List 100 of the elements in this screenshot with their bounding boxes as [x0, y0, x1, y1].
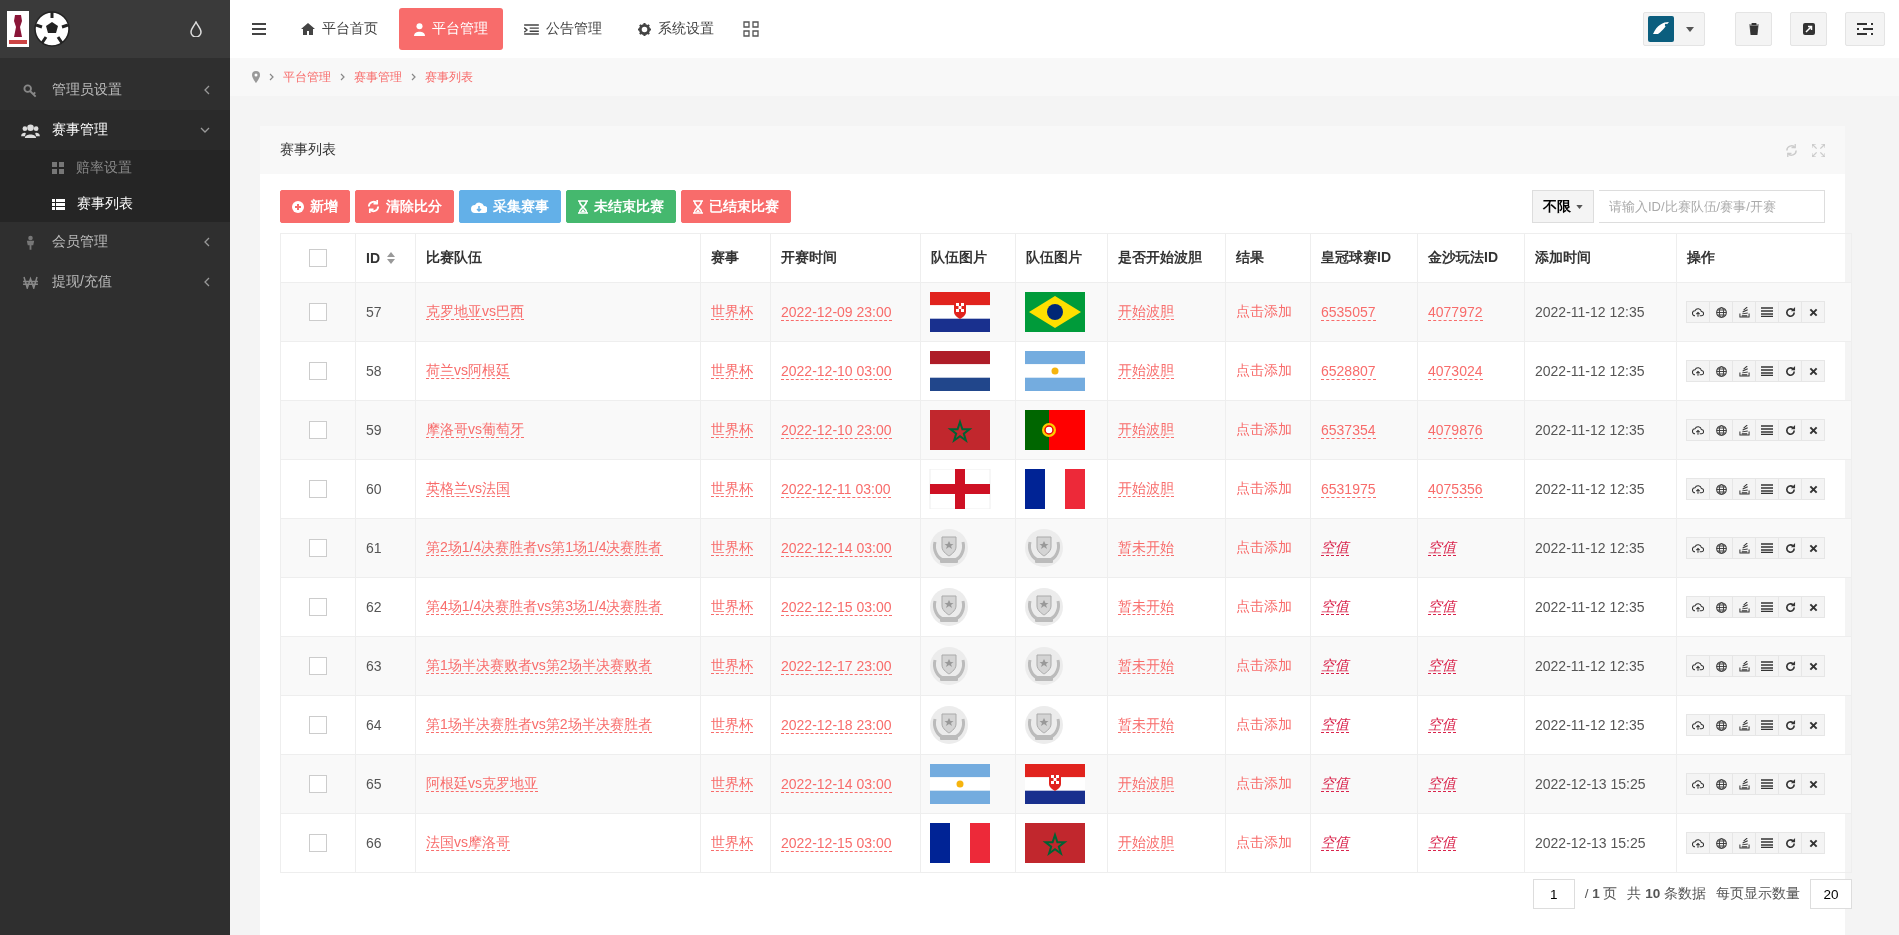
upload-button[interactable]: [1686, 714, 1710, 736]
nav-tab[interactable]: 平台首页: [286, 8, 393, 50]
close-button[interactable]: [1801, 301, 1825, 323]
jinsha-id-link[interactable]: 4079876: [1428, 422, 1483, 439]
add-result-link[interactable]: 点击添加: [1236, 775, 1292, 791]
upload-button[interactable]: [1686, 655, 1710, 677]
row-checkbox[interactable]: [309, 539, 327, 558]
refresh-button[interactable]: [1778, 655, 1802, 677]
close-button[interactable]: [1801, 360, 1825, 382]
globe-button[interactable]: [1709, 301, 1733, 323]
breadcrumb-link[interactable]: 平台管理: [283, 68, 331, 86]
event-link[interactable]: 世界杯: [711, 421, 753, 438]
event-link[interactable]: 世界杯: [711, 539, 753, 556]
list-button[interactable]: [1755, 478, 1779, 500]
row-checkbox[interactable]: [309, 421, 327, 440]
upload-button[interactable]: [1686, 773, 1710, 795]
globe-button[interactable]: [1709, 596, 1733, 618]
row-checkbox[interactable]: [309, 834, 327, 853]
event-link[interactable]: 世界杯: [711, 480, 753, 497]
team-link[interactable]: 英格兰vs法国: [426, 480, 510, 497]
globe-button[interactable]: [1709, 714, 1733, 736]
upload-button[interactable]: [1686, 537, 1710, 559]
add-result-link[interactable]: 点击添加: [1236, 598, 1292, 614]
select-all-checkbox[interactable]: [309, 249, 327, 268]
status-link[interactable]: 开始波胆: [1118, 480, 1174, 497]
globe-button[interactable]: [1709, 832, 1733, 854]
row-checkbox[interactable]: [309, 657, 327, 676]
breadcrumb-link[interactable]: 赛事列表: [425, 68, 473, 86]
panel-toggle-button[interactable]: [1845, 12, 1885, 46]
stack-button[interactable]: [1732, 832, 1756, 854]
crown-id-link[interactable]: 空值: [1321, 598, 1349, 615]
upload-button[interactable]: [1686, 419, 1710, 441]
team-link[interactable]: 法国vs摩洛哥: [426, 834, 510, 851]
close-button[interactable]: [1801, 832, 1825, 854]
stack-button[interactable]: [1732, 714, 1756, 736]
crown-id-link[interactable]: 空值: [1321, 657, 1349, 674]
add-result-link[interactable]: 点击添加: [1236, 362, 1292, 378]
crown-id-link[interactable]: 6535057: [1321, 304, 1376, 321]
stack-button[interactable]: [1732, 596, 1756, 618]
sidebar-item[interactable]: 会员管理: [0, 222, 230, 262]
status-link[interactable]: 开始波胆: [1118, 362, 1174, 379]
toolbar-button[interactable]: 清除比分: [355, 190, 454, 223]
nav-tab[interactable]: 系统设置: [623, 8, 729, 50]
menu-icon[interactable]: [252, 23, 266, 35]
crown-id-link[interactable]: 空值: [1321, 775, 1349, 792]
status-link[interactable]: 开始波胆: [1118, 303, 1174, 320]
add-result-link[interactable]: 点击添加: [1236, 657, 1292, 673]
status-link[interactable]: 暂未开始: [1118, 657, 1174, 674]
globe-button[interactable]: [1709, 478, 1733, 500]
add-result-link[interactable]: 点击添加: [1236, 303, 1292, 319]
list-button[interactable]: [1755, 773, 1779, 795]
refresh-button[interactable]: [1778, 478, 1802, 500]
row-checkbox[interactable]: [309, 480, 327, 499]
list-button[interactable]: [1755, 832, 1779, 854]
status-link[interactable]: 暂未开始: [1118, 598, 1174, 615]
account-button[interactable]: [1643, 12, 1705, 46]
row-checkbox[interactable]: [309, 303, 327, 322]
refresh-button[interactable]: [1778, 832, 1802, 854]
filter-dropdown[interactable]: 不限: [1532, 190, 1594, 223]
globe-button[interactable]: [1709, 773, 1733, 795]
status-link[interactable]: 暂未开始: [1118, 716, 1174, 733]
search-field[interactable]: 请输入ID/比赛队伍/赛事/开赛: [1599, 190, 1825, 223]
event-link[interactable]: 世界杯: [711, 598, 753, 615]
jinsha-id-link[interactable]: 空值: [1428, 539, 1456, 556]
globe-button[interactable]: [1709, 537, 1733, 559]
upload-button[interactable]: [1686, 301, 1710, 323]
external-link-button[interactable]: [1790, 12, 1827, 46]
stack-button[interactable]: [1732, 773, 1756, 795]
event-link[interactable]: 世界杯: [711, 657, 753, 674]
upload-button[interactable]: [1686, 360, 1710, 382]
upload-button[interactable]: [1686, 478, 1710, 500]
row-checkbox[interactable]: [309, 598, 327, 617]
status-link[interactable]: 开始波胆: [1118, 421, 1174, 438]
upload-button[interactable]: [1686, 596, 1710, 618]
row-checkbox[interactable]: [309, 362, 327, 381]
close-button[interactable]: [1801, 537, 1825, 559]
sort-icon[interactable]: [387, 252, 395, 264]
upload-button[interactable]: [1686, 832, 1710, 854]
list-button[interactable]: [1755, 537, 1779, 559]
stack-button[interactable]: [1732, 655, 1756, 677]
sidebar-item[interactable]: 管理员设置: [0, 70, 230, 110]
list-button[interactable]: [1755, 419, 1779, 441]
event-link[interactable]: 世界杯: [711, 303, 753, 320]
jinsha-id-link[interactable]: 4073024: [1428, 363, 1483, 380]
add-result-link[interactable]: 点击添加: [1236, 716, 1292, 732]
toolbar-button[interactable]: 采集赛事: [459, 190, 561, 223]
breadcrumb-link[interactable]: 赛事管理: [354, 68, 402, 86]
event-link[interactable]: 世界杯: [711, 775, 753, 792]
stack-button[interactable]: [1732, 478, 1756, 500]
status-link[interactable]: 开始波胆: [1118, 775, 1174, 792]
add-result-link[interactable]: 点击添加: [1236, 834, 1292, 850]
sidebar-subitem[interactable]: 赛事列表: [0, 186, 230, 222]
crown-id-link[interactable]: 空值: [1321, 834, 1349, 851]
jinsha-id-link[interactable]: 空值: [1428, 716, 1456, 733]
crown-id-link[interactable]: 空值: [1321, 716, 1349, 733]
jinsha-id-link[interactable]: 空值: [1428, 598, 1456, 615]
sidebar-item[interactable]: 提现/充值: [0, 262, 230, 302]
event-link[interactable]: 世界杯: [711, 716, 753, 733]
jinsha-id-link[interactable]: 4075356: [1428, 481, 1483, 498]
refresh-button[interactable]: [1778, 301, 1802, 323]
